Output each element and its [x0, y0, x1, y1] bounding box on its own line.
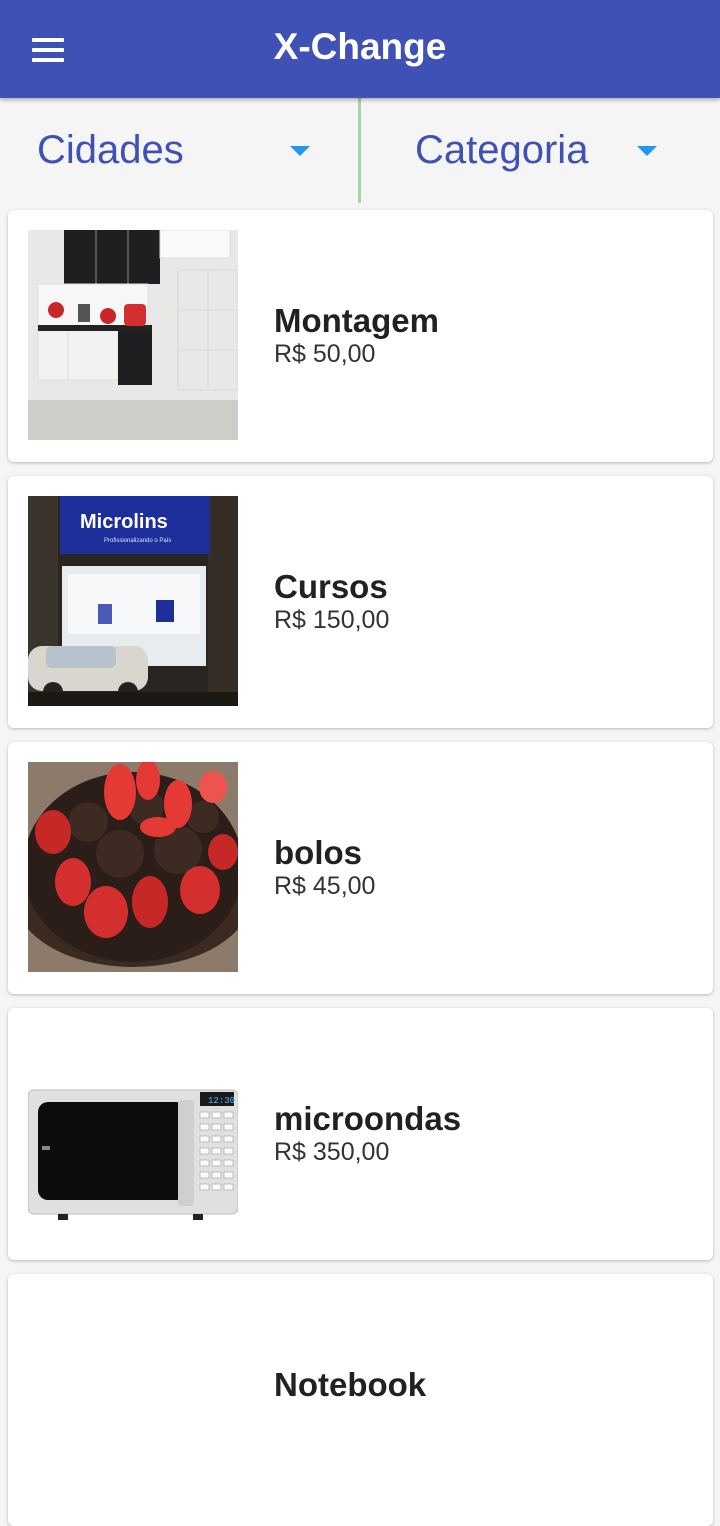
list-item[interactable]: Montagem R$ 50,00	[8, 210, 713, 462]
sign-brand: Microlins	[80, 511, 168, 533]
item-price: R$ 150,00	[274, 606, 390, 634]
item-image: 12:30	[28, 1028, 238, 1238]
category-label: Categoria	[415, 128, 589, 172]
chevron-down-icon	[637, 146, 657, 156]
filter-divider	[358, 98, 361, 203]
cities-dropdown[interactable]: Cidades	[37, 98, 337, 203]
item-price: R$ 350,00	[274, 1138, 390, 1166]
item-price: R$ 50,00	[274, 340, 376, 368]
cities-label: Cidades	[37, 128, 184, 172]
item-title: bolos	[274, 834, 362, 871]
item-image: Microlins Profissionalizando o País	[28, 496, 238, 706]
list-item[interactable]: bolos R$ 45,00	[8, 742, 713, 994]
filter-bar: Cidades Categoria	[0, 98, 720, 206]
category-dropdown[interactable]: Categoria	[415, 98, 695, 203]
item-title: microondas	[274, 1100, 462, 1137]
microwave-display: 12:30	[208, 1096, 235, 1106]
app-title: X-Change	[273, 26, 447, 67]
list-item[interactable]: Microlins Profissionalizando o País Curs…	[8, 476, 713, 728]
item-title: Notebook	[274, 1366, 427, 1403]
list-item[interactable]: Notebook	[8, 1274, 713, 1526]
list-item[interactable]: 12:30 microondas R$ 350,00	[8, 1008, 713, 1260]
item-title: Montagem	[274, 302, 439, 339]
chevron-down-icon	[290, 146, 310, 156]
item-price: R$ 45,00	[274, 872, 376, 900]
app-bar: X-Change	[0, 0, 720, 98]
item-image	[28, 230, 238, 440]
sign-tagline: Profissionalizando o País	[104, 538, 171, 544]
item-title: Cursos	[274, 568, 388, 605]
item-image	[28, 762, 238, 972]
